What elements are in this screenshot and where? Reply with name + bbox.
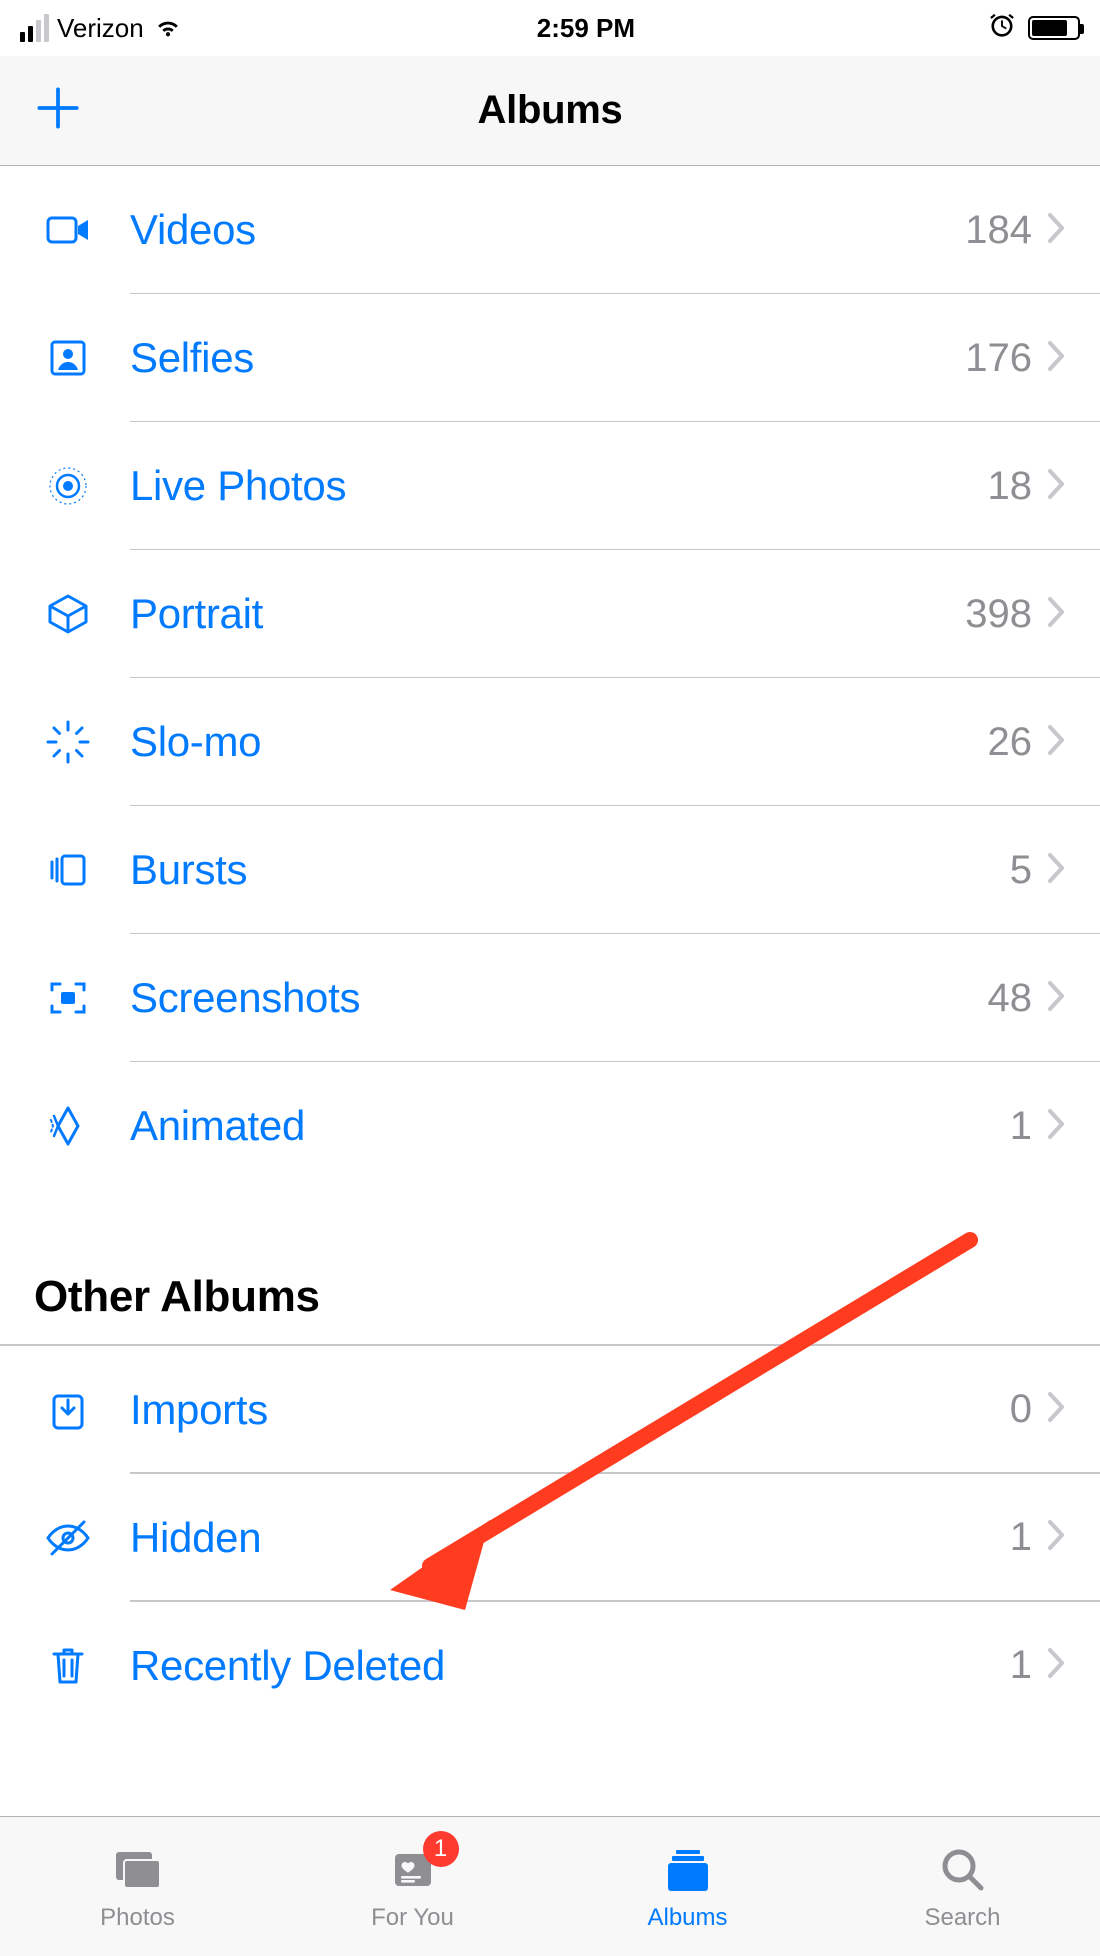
album-row-portrait[interactable]: Portrait398 bbox=[0, 550, 1100, 678]
album-label: Screenshots bbox=[130, 974, 988, 1022]
album-label: Slo-mo bbox=[130, 718, 988, 766]
wifi-icon bbox=[152, 9, 184, 48]
alarm-icon bbox=[988, 11, 1016, 46]
album-label: Live Photos bbox=[130, 462, 988, 510]
tab-search[interactable]: Search bbox=[825, 1817, 1100, 1956]
photos-stack-icon bbox=[110, 1842, 166, 1898]
cell-signal-icon bbox=[20, 14, 49, 42]
hidden-icon bbox=[34, 1514, 102, 1562]
album-label: Hidden bbox=[130, 1514, 1010, 1562]
status-bar: Verizon 2:59 PM bbox=[0, 0, 1100, 56]
chevron-right-icon bbox=[1046, 1107, 1066, 1146]
tab-label: Albums bbox=[647, 1904, 727, 1932]
album-row-animated[interactable]: Animated1 bbox=[0, 1062, 1100, 1190]
album-row-screenshots[interactable]: Screenshots48 bbox=[0, 934, 1100, 1062]
for-you-badge: 1 bbox=[423, 1831, 459, 1867]
album-row-slomo[interactable]: Slo-mo26 bbox=[0, 678, 1100, 806]
album-count: 184 bbox=[965, 208, 1032, 253]
battery-icon bbox=[1028, 16, 1080, 40]
nav-title: Albums bbox=[478, 88, 623, 133]
album-count: 0 bbox=[1010, 1387, 1032, 1432]
album-row-video[interactable]: Videos184 bbox=[0, 166, 1100, 294]
animated-icon bbox=[34, 1102, 102, 1150]
chevron-right-icon bbox=[1046, 1390, 1066, 1429]
album-label: Recently Deleted bbox=[130, 1642, 1010, 1690]
album-count: 176 bbox=[965, 336, 1032, 381]
slomo-icon bbox=[34, 718, 102, 766]
chevron-right-icon bbox=[1046, 467, 1066, 506]
chevron-right-icon bbox=[1046, 211, 1066, 250]
tab-label: Photos bbox=[100, 1904, 175, 1932]
tab-bar: Photos 1 For You Albums Search bbox=[0, 1816, 1100, 1956]
albums-stack-icon bbox=[660, 1842, 716, 1898]
album-count: 398 bbox=[965, 592, 1032, 637]
search-icon bbox=[935, 1842, 991, 1898]
album-row-hidden[interactable]: Hidden1 bbox=[0, 1474, 1100, 1602]
album-label: Videos bbox=[130, 206, 965, 254]
album-count: 1 bbox=[1010, 1643, 1032, 1688]
selfies-icon bbox=[34, 334, 102, 382]
section-header-other: Other Albums bbox=[0, 1250, 1100, 1344]
album-count: 1 bbox=[1010, 1104, 1032, 1149]
album-row-trash[interactable]: Recently Deleted1 bbox=[0, 1602, 1100, 1730]
chevron-right-icon bbox=[1046, 1518, 1066, 1557]
album-count: 5 bbox=[1010, 848, 1032, 893]
album-label: Animated bbox=[130, 1102, 1010, 1150]
live-icon bbox=[34, 462, 102, 510]
add-album-button[interactable] bbox=[30, 80, 86, 141]
chevron-right-icon bbox=[1046, 595, 1066, 634]
status-time: 2:59 PM bbox=[537, 13, 635, 44]
nav-bar: Albums bbox=[0, 56, 1100, 166]
album-label: Selfies bbox=[130, 334, 965, 382]
trash-icon bbox=[34, 1642, 102, 1690]
album-count: 1 bbox=[1010, 1515, 1032, 1560]
albums-list: Videos184Selfies176Live Photos18Portrait… bbox=[0, 166, 1100, 1730]
chevron-right-icon bbox=[1046, 723, 1066, 762]
chevron-right-icon bbox=[1046, 1646, 1066, 1685]
chevron-right-icon bbox=[1046, 851, 1066, 890]
tab-for-you[interactable]: 1 For You bbox=[275, 1817, 550, 1956]
chevron-right-icon bbox=[1046, 979, 1066, 1018]
album-label: Bursts bbox=[130, 846, 1010, 894]
tab-photos[interactable]: Photos bbox=[0, 1817, 275, 1956]
video-icon bbox=[34, 206, 102, 254]
imports-icon bbox=[34, 1386, 102, 1434]
album-count: 26 bbox=[988, 720, 1033, 765]
album-row-bursts[interactable]: Bursts5 bbox=[0, 806, 1100, 934]
chevron-right-icon bbox=[1046, 339, 1066, 378]
album-row-live[interactable]: Live Photos18 bbox=[0, 422, 1100, 550]
album-row-imports[interactable]: Imports0 bbox=[0, 1346, 1100, 1474]
portrait-icon bbox=[34, 590, 102, 638]
album-row-selfies[interactable]: Selfies176 bbox=[0, 294, 1100, 422]
album-label: Portrait bbox=[130, 590, 965, 638]
album-label: Imports bbox=[130, 1386, 1010, 1434]
tab-albums[interactable]: Albums bbox=[550, 1817, 825, 1956]
album-count: 48 bbox=[988, 976, 1033, 1021]
bursts-icon bbox=[34, 846, 102, 894]
tab-label: For You bbox=[371, 1904, 454, 1932]
carrier-label: Verizon bbox=[57, 13, 144, 44]
screenshots-icon bbox=[34, 974, 102, 1022]
tab-label: Search bbox=[924, 1904, 1000, 1932]
album-count: 18 bbox=[988, 464, 1033, 509]
